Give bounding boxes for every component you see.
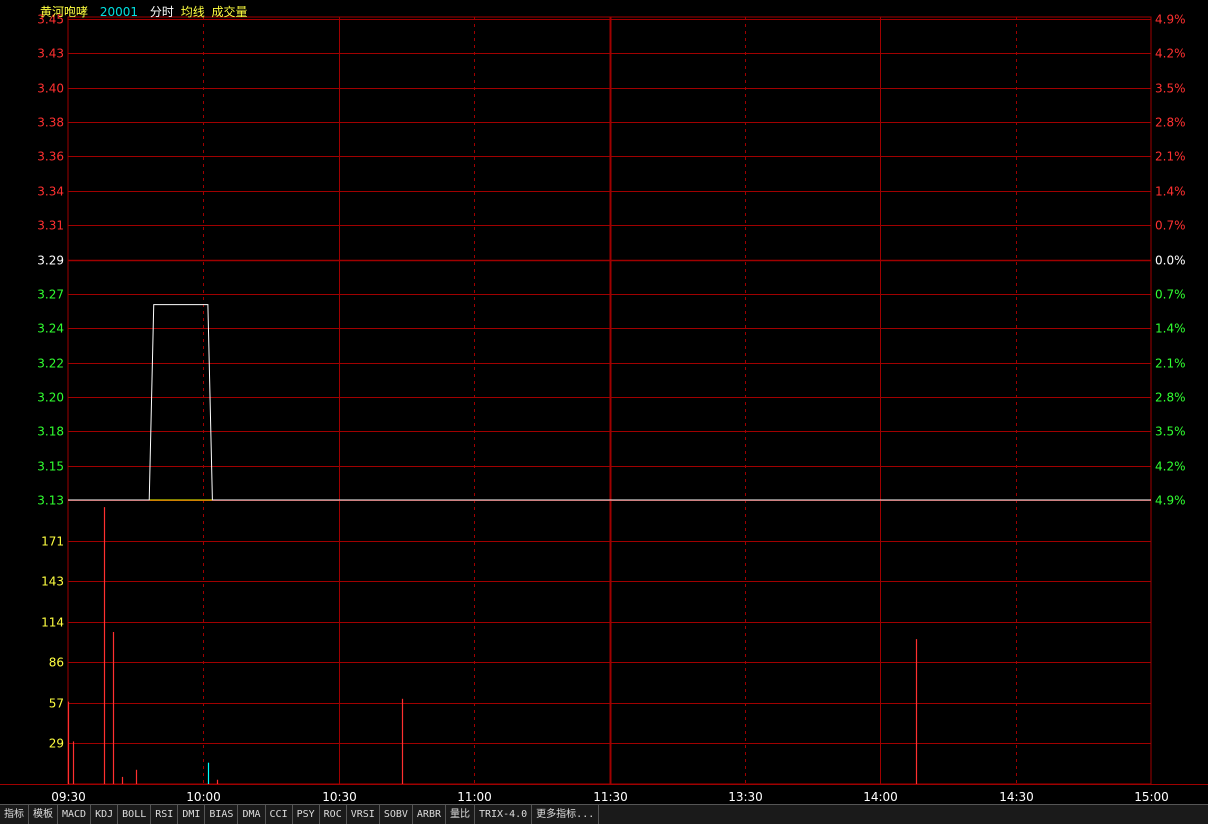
time-tick-label: 14:30 [999, 790, 1034, 804]
indicator-tab[interactable]: PSY [293, 805, 320, 824]
indicator-tab[interactable]: DMA [238, 805, 266, 824]
time-tick-label: 11:30 [593, 790, 628, 804]
price-tick-label: 3.40 [37, 82, 64, 96]
indicator-tab[interactable]: TRIX-4.0 [475, 805, 533, 824]
percent-tick-label: 2.1% [1155, 150, 1186, 164]
volume-tick-label: 171 [41, 535, 64, 549]
percent-tick-label: 1.4% [1155, 185, 1186, 199]
time-tick-label: 13:30 [728, 790, 763, 804]
indicator-tab[interactable]: 模板 [29, 805, 58, 824]
percent-tick-label: 3.5% [1155, 425, 1186, 439]
indicator-tab[interactable]: ARBR [413, 805, 446, 824]
intraday-chart[interactable]: 3.45 4.9%3.43 4.2%3.40 3.5%3.38 2.8%3.36 2.1%… [0, 0, 1208, 804]
chart-header: 黄河咆哮 20001 分时 均线 成交量 [40, 3, 256, 20]
stock-name: 黄河咆哮 [40, 5, 89, 19]
time-tick-label: 10:00 [186, 790, 221, 804]
chart-grid [0, 16, 1208, 785]
indicator-tab[interactable]: MACD [58, 805, 92, 824]
percent-tick-label: 4.2% [1155, 47, 1186, 61]
percent-tick-label: 2.8% [1155, 116, 1186, 130]
time-tick-label: 11:00 [457, 790, 492, 804]
price-tick-label: 3.38 [37, 116, 64, 130]
percent-tick-label: 4.9% [1155, 13, 1186, 27]
indicator-tab[interactable]: ROC [320, 805, 347, 824]
price-tick-label: 3.31 [37, 219, 64, 233]
price-tick-label: 3.29 [37, 254, 64, 268]
indicator-tab[interactable]: CCI [266, 805, 293, 824]
volume-tick-label: 114 [41, 616, 64, 630]
indicator-tab[interactable]: DMI [178, 805, 206, 824]
price-tick-label: 3.18 [37, 425, 64, 439]
percent-tick-label: 3.5% [1155, 82, 1186, 96]
price-tick-label: 3.24 [37, 322, 64, 336]
time-tick-label: 10:30 [322, 790, 357, 804]
percent-tick-label: 0.0% [1155, 254, 1186, 268]
percent-tick-label: 2.1% [1155, 357, 1186, 371]
percent-tick-label: 2.8% [1155, 391, 1186, 405]
time-tick-label: 15:00 [1134, 790, 1169, 804]
percent-tick-label: 1.4% [1155, 322, 1186, 336]
indicator-tab[interactable]: 更多指标... [532, 805, 600, 824]
indicator-tab[interactable]: BOLL [118, 805, 152, 824]
legend-avg: 均线 [180, 5, 205, 19]
indicator-tab[interactable]: RSI [151, 805, 179, 824]
indicator-tab-bar: 指标 模板 MACD KDJ BOLL RSI DMI BIAS DMA CCI PSY ROC VRS… [0, 804, 1208, 824]
indicator-tab[interactable]: VRSI [347, 805, 380, 824]
volume-tick-label: 29 [49, 737, 64, 751]
percent-tick-label: 0.7% [1155, 288, 1186, 302]
percent-tick-label: 4.2% [1155, 460, 1186, 474]
price-tick-label: 3.20 [37, 391, 64, 405]
price-tick-label: 3.22 [37, 357, 64, 371]
legend-minute: 分时 [149, 5, 174, 19]
volume-tick-label: 86 [49, 656, 64, 670]
percent-tick-label: 4.9% [1155, 494, 1186, 508]
stock-code: 20001 [99, 5, 139, 19]
price-tick-label: 3.43 [37, 47, 64, 61]
indicator-tab[interactable]: 量比 [446, 805, 475, 824]
indicator-tab[interactable]: 指标 [0, 805, 29, 824]
indicator-tab[interactable]: SOBV [380, 805, 413, 824]
time-tick-label: 09:30 [51, 790, 86, 804]
price-tick-label: 3.36 [37, 150, 64, 164]
volume-tick-label: 143 [41, 575, 64, 589]
price-tick-label: 3.13 [37, 494, 64, 508]
percent-tick-label: 0.7% [1155, 219, 1186, 233]
price-tick-label: 3.15 [37, 460, 64, 474]
indicator-tab[interactable]: BIAS [205, 805, 239, 824]
price-tick-label: 3.27 [37, 288, 64, 302]
volume-tick-label: 57 [49, 697, 64, 711]
time-tick-label: 14:00 [863, 790, 898, 804]
indicator-tab[interactable]: KDJ [91, 805, 119, 824]
price-tick-label: 3.34 [37, 185, 64, 199]
legend-volume: 成交量 [211, 5, 248, 19]
